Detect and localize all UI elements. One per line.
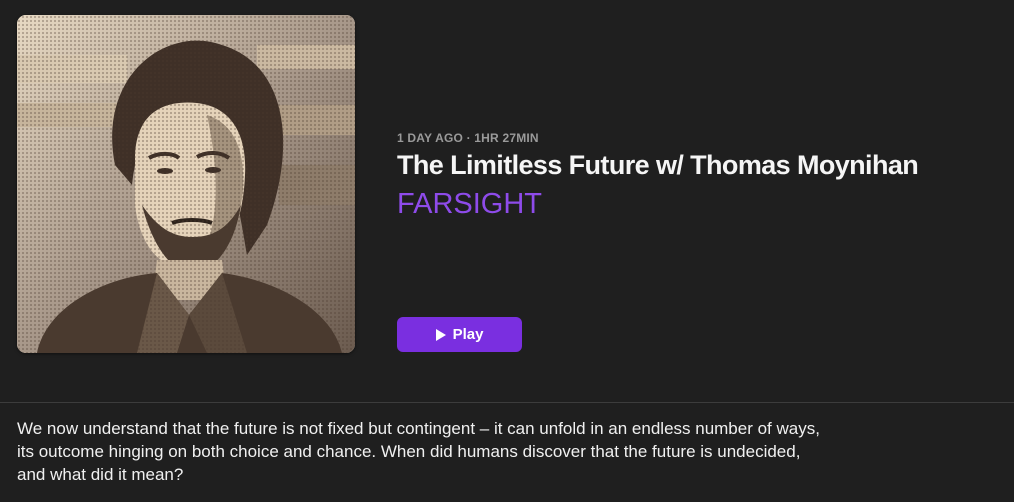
episode-description: We now understand that the future is not…: [17, 419, 820, 484]
play-button[interactable]: Play: [397, 317, 522, 352]
divider: [0, 402, 1014, 403]
episode-artwork: [17, 15, 355, 353]
episode-artwork-image: [17, 15, 355, 353]
play-button-label: Play: [452, 326, 484, 343]
show-link[interactable]: FARSIGHT: [397, 188, 542, 221]
episode-title: The Limitless Future w/ Thomas Moynihan: [397, 150, 919, 180]
episode-page: 1 DAY AGO · 1HR 27MIN The Limitless Futu…: [0, 0, 1014, 502]
play-icon: [435, 328, 446, 341]
episode-meta: 1 DAY AGO · 1HR 27MIN: [397, 131, 539, 145]
